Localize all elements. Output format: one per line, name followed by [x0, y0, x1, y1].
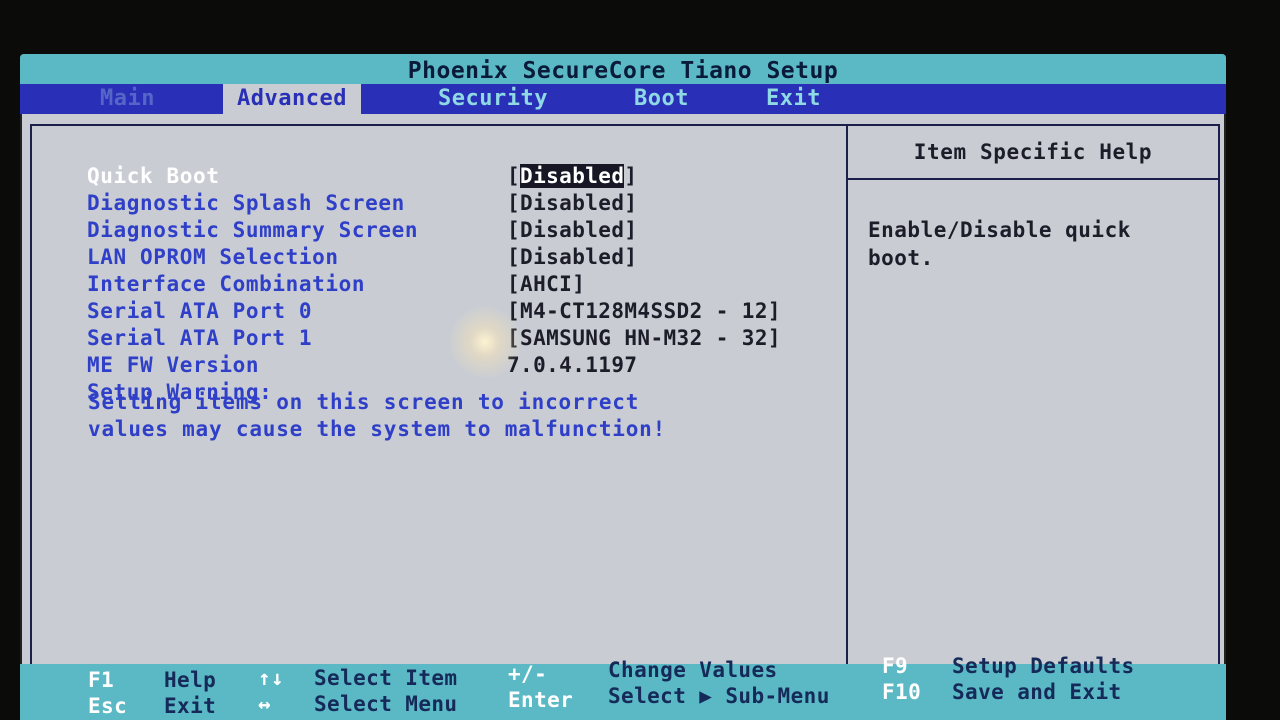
selected-value-highlight[interactable]: Disabled — [520, 164, 625, 188]
panel-divider — [846, 126, 848, 664]
key-f10-desc: Save and Exit — [952, 680, 1122, 704]
key-plusminus-desc: Change Values — [608, 658, 778, 682]
setting-value: 7.0.4.1197 — [507, 353, 638, 377]
menu-tab-boot[interactable]: Boot — [634, 84, 689, 114]
settings-panel: Quick Boot [Disabled] Diagnostic Splash … — [30, 124, 1220, 666]
setting-value[interactable]: [AHCI] — [507, 272, 585, 296]
warning-line-1: Setting items on this screen to incorrec… — [88, 390, 640, 414]
setting-label: ME FW Version — [87, 353, 260, 377]
up-down-arrows-icon: ↑↓ — [258, 666, 285, 690]
key-f1-desc: Help — [164, 668, 217, 692]
setting-value[interactable]: [Disabled] — [507, 218, 637, 242]
setting-value[interactable]: [SAMSUNG HN-M32 - 32] — [507, 326, 781, 350]
setting-label: Interface Combination — [87, 272, 366, 296]
menu-bar: Main Advanced Security Boot Exit — [20, 84, 1226, 114]
key-esc-desc: Exit — [164, 694, 217, 718]
key-enter: Enter — [508, 688, 574, 712]
key-f9-desc: Setup Defaults — [952, 654, 1135, 678]
bios-screen: Phoenix SecureCore Tiano Setup Main Adva… — [20, 54, 1226, 720]
menu-tab-security[interactable]: Security — [438, 84, 548, 114]
key-enter-desc: Select ▶ Sub-Menu — [608, 684, 830, 708]
setting-value[interactable]: [Disabled] — [507, 191, 637, 215]
setting-label: Diagnostic Splash Screen — [87, 191, 405, 215]
key-plus-minus: +/- — [508, 662, 548, 686]
setting-label: Diagnostic Summary Screen — [87, 218, 419, 242]
setting-label: Quick Boot — [87, 164, 220, 188]
key-leftright-desc: Select Menu — [314, 692, 458, 716]
menu-tab-main[interactable]: Main — [100, 84, 155, 114]
setting-value[interactable]: [Disabled] — [507, 164, 637, 188]
menu-tab-advanced[interactable]: Advanced — [223, 84, 361, 114]
key-f10: F10 — [882, 680, 922, 704]
menu-tab-exit[interactable]: Exit — [766, 84, 821, 114]
setup-warning-text: Setting items on this screen to incorrec… — [88, 389, 666, 443]
key-f1: F1 — [88, 668, 115, 692]
key-esc: Esc — [88, 694, 128, 718]
setting-label: Serial ATA Port 1 — [87, 326, 313, 350]
warning-line-2: values may cause the system to malfuncti… — [88, 417, 667, 441]
key-updown-desc: Select Item — [314, 666, 458, 690]
setting-label: Serial ATA Port 0 — [87, 299, 313, 323]
left-right-arrow-icon: ↔ — [258, 692, 272, 716]
setting-label: LAN OPROM Selection — [87, 245, 339, 269]
help-text: Enable/Disable quick boot. — [868, 218, 1131, 270]
setting-value[interactable]: [Disabled] — [507, 245, 637, 269]
key-legend: F1 Help Esc Exit ↑↓ Select Item ↔ Select… — [20, 654, 1226, 720]
key-f9: F9 — [882, 654, 909, 678]
bios-title: Phoenix SecureCore Tiano Setup — [20, 54, 1226, 84]
help-title: Item Specific Help — [848, 126, 1218, 180]
setting-value[interactable]: [M4-CT128M4SSD2 - 12] — [507, 299, 781, 323]
